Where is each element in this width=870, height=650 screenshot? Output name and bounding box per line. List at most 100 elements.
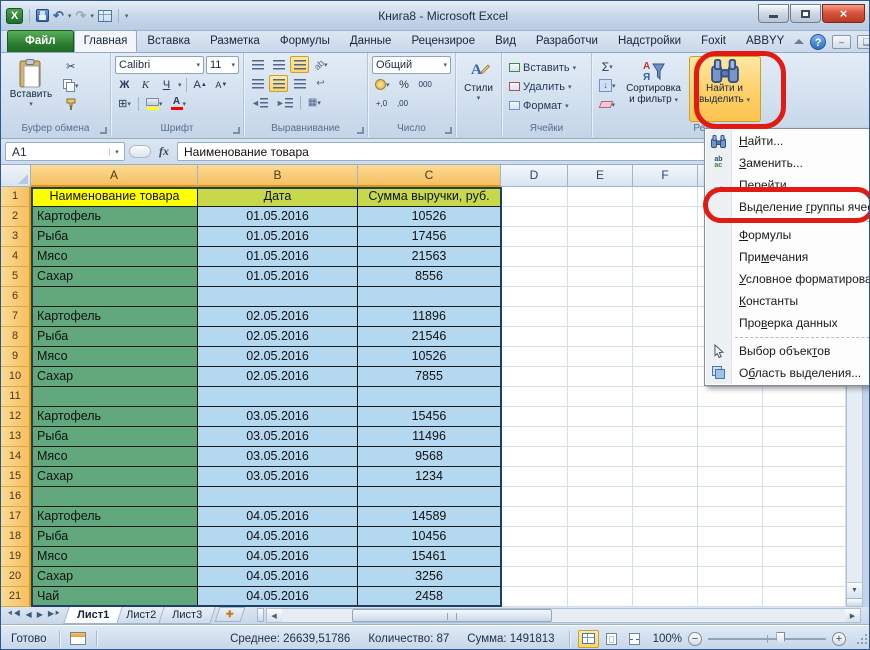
cut-button[interactable]: ✂ (60, 58, 82, 75)
copy-button[interactable]: ▾ (60, 77, 82, 94)
cell-D12[interactable] (501, 407, 568, 427)
tab-Вид[interactable]: Вид (485, 30, 526, 52)
cell-D6[interactable] (501, 287, 568, 307)
cell-C9[interactable]: 10526 (358, 347, 501, 367)
paste-button[interactable]: Вставить ▾ (5, 56, 57, 122)
cell-D2[interactable] (501, 207, 568, 227)
merge-center-button[interactable]: ▦▾ (305, 94, 324, 111)
cell-D7[interactable] (501, 307, 568, 327)
resize-grip[interactable] (856, 633, 868, 645)
decrease-indent-button[interactable]: ◄ (248, 94, 271, 111)
cell-C7[interactable]: 11896 (358, 307, 501, 327)
cell-A6[interactable] (31, 287, 198, 307)
restore-button[interactable] (790, 4, 821, 23)
row-header-20[interactable]: 20 (1, 567, 31, 587)
cell-B11[interactable] (198, 387, 358, 407)
cell-C16[interactable] (358, 487, 501, 507)
undo-dropdown-icon[interactable]: ▾ (68, 12, 72, 20)
insert-function-icon[interactable]: fx (155, 144, 173, 159)
cell-F21[interactable] (633, 587, 698, 607)
autosum-button[interactable]: Σ▾ (596, 58, 619, 75)
accounting-format-button[interactable]: ▾ (372, 76, 393, 93)
zoom-level[interactable]: 100% (653, 633, 682, 645)
row-header-5[interactable]: 5 (1, 267, 31, 287)
row-header-16[interactable]: 16 (1, 487, 31, 507)
column-header-B[interactable]: B (198, 165, 358, 187)
cell-D10[interactable] (501, 367, 568, 387)
scroll-down-icon[interactable]: ▼ (847, 582, 862, 598)
cell-A14[interactable]: Мясо (31, 447, 198, 467)
align-bottom-button[interactable] (290, 56, 309, 73)
cell-F19[interactable] (633, 547, 698, 567)
underline-button[interactable]: Ч (157, 76, 176, 93)
menu-item-constants[interactable]: Константы (705, 290, 870, 312)
cell-D8[interactable] (501, 327, 568, 347)
cell-B13[interactable]: 03.05.2016 (198, 427, 358, 447)
sheet-tab-Лист3[interactable]: Лист3 (158, 607, 216, 624)
cell-C18[interactable]: 10456 (358, 527, 501, 547)
cell-A8[interactable]: Рыба (31, 327, 198, 347)
cell-H11[interactable] (763, 387, 846, 407)
cell-E18[interactable] (568, 527, 633, 547)
cell-E8[interactable] (568, 327, 633, 347)
cell-D3[interactable] (501, 227, 568, 247)
column-header-A[interactable]: A (31, 165, 198, 187)
last-sheet-icon[interactable]: ▶⯈ (48, 609, 61, 619)
cell-C19[interactable]: 15461 (358, 547, 501, 567)
cell-B19[interactable]: 04.05.2016 (198, 547, 358, 567)
cell-D19[interactable] (501, 547, 568, 567)
menu-item-selection-pane[interactable]: Область выделения... (705, 362, 870, 384)
cell-A13[interactable]: Рыба (31, 427, 198, 447)
cell-B16[interactable] (198, 487, 358, 507)
cell-E1[interactable] (568, 187, 633, 207)
cell-E4[interactable] (568, 247, 633, 267)
row-header-15[interactable]: 15 (1, 467, 31, 487)
menu-item-goto-special[interactable]: Выделение группы ячеек... (705, 196, 870, 218)
column-header-E[interactable]: E (568, 165, 633, 187)
cell-B9[interactable]: 02.05.2016 (198, 347, 358, 367)
cell-F14[interactable] (633, 447, 698, 467)
redo-dropdown-icon[interactable]: ▾ (90, 12, 94, 20)
cell-C10[interactable]: 7855 (358, 367, 501, 387)
tab-Данные[interactable]: Данные (340, 30, 402, 52)
tab-Foxit PDF[interactable]: Foxit PDF (691, 30, 736, 52)
scroll-right-icon[interactable]: ▶ (845, 609, 860, 622)
vertical-split-handle[interactable] (847, 598, 862, 606)
cell-B20[interactable]: 04.05.2016 (198, 567, 358, 587)
cell-A15[interactable]: Сахар (31, 467, 198, 487)
menu-item-select-objects[interactable]: Выбор объектов (705, 340, 870, 362)
cell-C2[interactable]: 10526 (358, 207, 501, 227)
cell-E19[interactable] (568, 547, 633, 567)
sort-filter-button[interactable]: А Я Сортировкаи фильтр ▾ (622, 56, 686, 122)
borders-button[interactable]: ⊞▾ (115, 95, 134, 112)
orientation-button[interactable]: ab▾ (311, 56, 331, 73)
align-center-button[interactable] (269, 75, 288, 92)
font-size-select[interactable]: 11▾ (206, 56, 239, 74)
cell-B12[interactable]: 03.05.2016 (198, 407, 358, 427)
cell-G13[interactable] (698, 427, 763, 447)
cell-G18[interactable] (698, 527, 763, 547)
row-header-17[interactable]: 17 (1, 507, 31, 527)
cell-G14[interactable] (698, 447, 763, 467)
cell-F4[interactable] (633, 247, 698, 267)
tab-Разметка ст[interactable]: Разметка ст (200, 30, 270, 52)
horizontal-scroll-thumb[interactable] (352, 609, 552, 622)
comma-style-button[interactable]: 000 (416, 76, 435, 93)
macro-record-icon[interactable] (70, 632, 86, 645)
cell-B7[interactable]: 02.05.2016 (198, 307, 358, 327)
minimize-button[interactable] (758, 4, 789, 23)
row-header-19[interactable]: 19 (1, 547, 31, 567)
row-header-21[interactable]: 21 (1, 587, 31, 607)
cell-B10[interactable]: 02.05.2016 (198, 367, 358, 387)
bold-button[interactable]: Ж (115, 76, 134, 93)
cell-C3[interactable]: 17456 (358, 227, 501, 247)
select-all-corner[interactable] (1, 165, 31, 187)
column-header-D[interactable]: D (501, 165, 568, 187)
workbook-restore-icon[interactable]: ❑ (857, 35, 870, 49)
cell-D13[interactable] (501, 427, 568, 447)
cell-E15[interactable] (568, 467, 633, 487)
save-icon[interactable] (36, 9, 49, 22)
underline-dropdown-icon[interactable]: ▾ (178, 81, 182, 89)
cell-D17[interactable] (501, 507, 568, 527)
zoom-out-button[interactable]: − (688, 632, 702, 646)
